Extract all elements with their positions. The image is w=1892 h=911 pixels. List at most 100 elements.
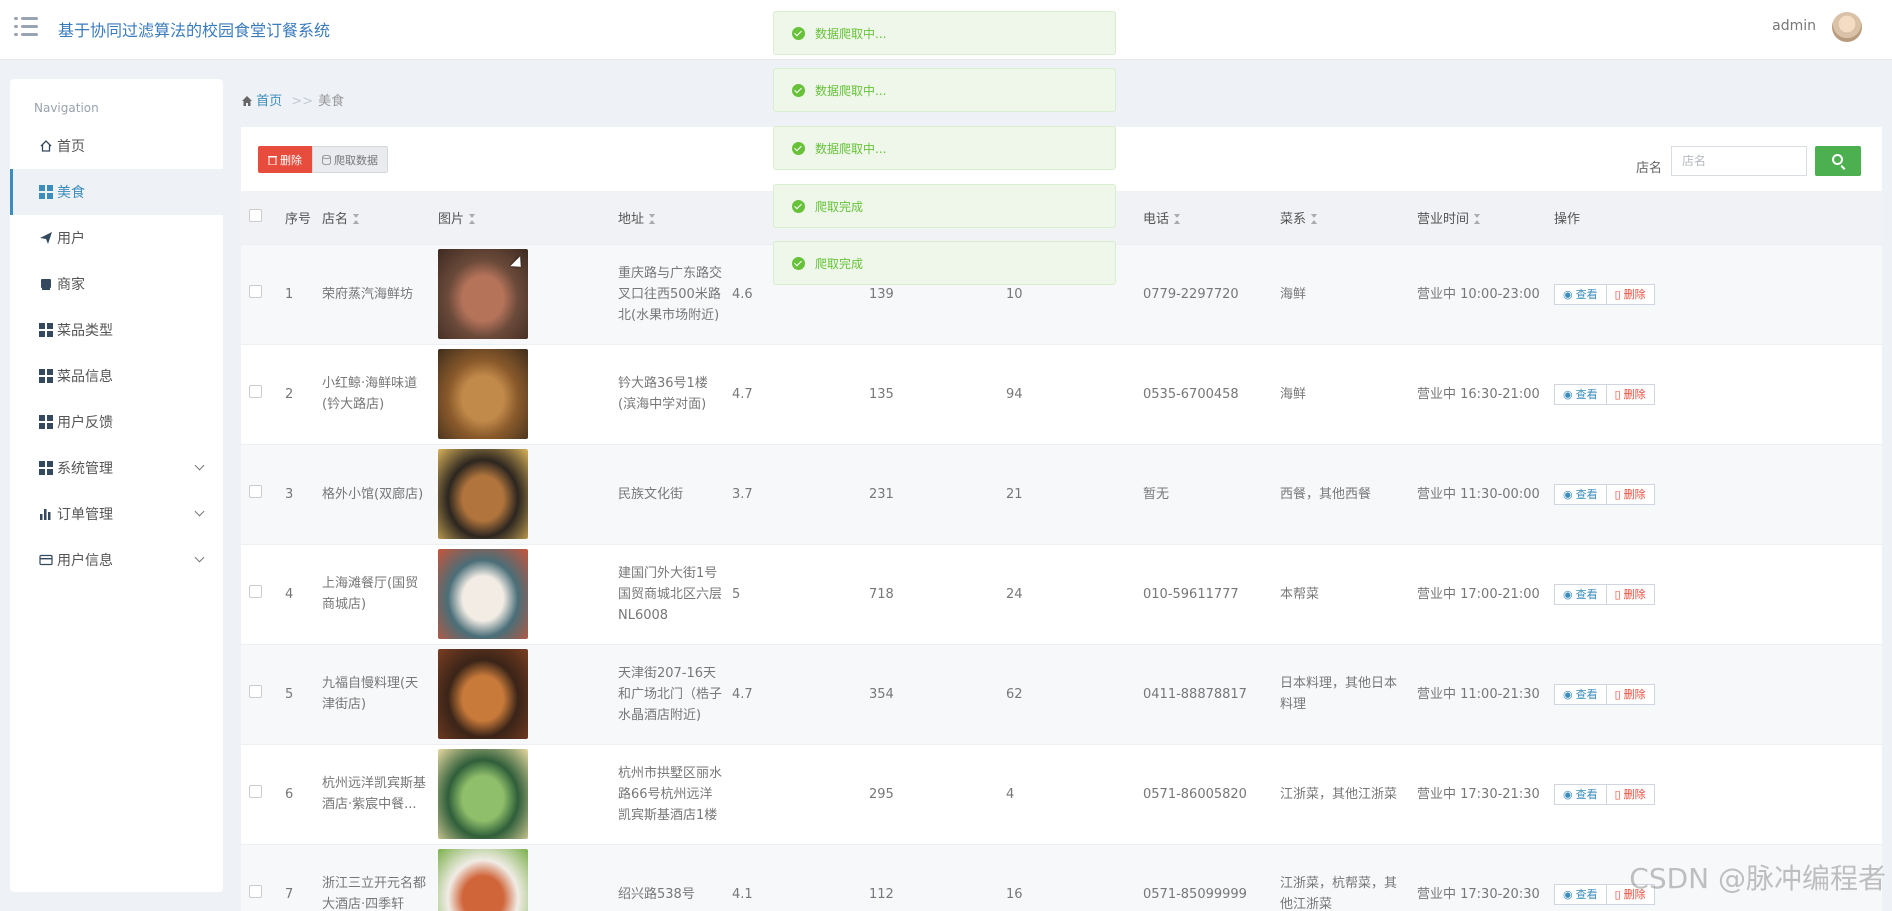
sort-icon[interactable] xyxy=(1474,213,1481,224)
row-delete-button[interactable]: ▯ 删除 xyxy=(1605,383,1655,405)
row-checkbox[interactable] xyxy=(249,284,262,298)
col-image[interactable]: 图片 xyxy=(430,191,610,244)
bar-chart-icon xyxy=(39,507,53,521)
breadcrumb-home[interactable]: 首页 xyxy=(242,94,286,109)
sidebar-item-3[interactable]: 商家 xyxy=(10,261,223,307)
cell-image xyxy=(430,843,610,911)
sidebar-item-label: 菜品类型 xyxy=(57,323,113,339)
col-address[interactable]: 地址 xyxy=(610,191,724,244)
grid-icon xyxy=(39,323,53,337)
sidebar-item-8[interactable]: 订单管理 xyxy=(10,491,223,537)
shop-name-search-input[interactable] xyxy=(1671,146,1807,176)
cell-cuisine: 西餐，其他西餐 xyxy=(1272,443,1409,544)
cell-hours: 营业中 11:00-21:30 xyxy=(1409,643,1546,744)
row-delete-button[interactable]: ▯ 删除 xyxy=(1605,483,1655,505)
sort-icon[interactable] xyxy=(353,213,360,224)
food-image[interactable] xyxy=(438,649,528,739)
col-phone[interactable]: 电话 xyxy=(1135,191,1272,244)
cell-actions: ◉ 查看 ▯ 删除 xyxy=(1546,443,1882,544)
row-checkbox[interactable] xyxy=(249,684,262,698)
toast-text: 爬取完成 xyxy=(815,256,864,271)
table-row: 4 上海滩餐厅(国贸商城店) 建国门外大街1号国贸商城北区六层NL6008 5 718 2… xyxy=(241,543,1882,644)
cell-name: 上海滩餐厅(国贸商城店) xyxy=(314,543,430,644)
sidebar-item-label: 用户反馈 xyxy=(57,415,113,431)
cell-address: 钤大路36号1楼(滨海中学对面) xyxy=(610,343,724,444)
select-all-checkbox[interactable] xyxy=(249,208,262,222)
row-delete-button[interactable]: ▯ 删除 xyxy=(1605,283,1655,305)
toast-text: 数据爬取中... xyxy=(815,141,887,156)
sort-icon[interactable] xyxy=(1311,213,1318,224)
sidebar-item-1[interactable]: 美食 xyxy=(10,169,223,215)
view-button[interactable]: ◉ 查看 xyxy=(1554,483,1607,505)
row-checkbox[interactable] xyxy=(249,784,262,798)
cell-hours: 营业中 11:30-00:00 xyxy=(1409,443,1546,544)
col-no: 序号 xyxy=(277,191,314,244)
table-row: 2 小红鲸·海鲜味道(钤大路店) 钤大路36号1楼(滨海中学对面) 4.7 135 94 0… xyxy=(241,343,1882,444)
grid-icon xyxy=(39,185,53,199)
view-button[interactable]: ◉ 查看 xyxy=(1554,783,1607,805)
eye-icon: ◉ xyxy=(1563,787,1573,801)
sidebar-item-label: 用户 xyxy=(57,231,85,247)
trash-icon: ▯ xyxy=(1614,387,1621,401)
cell-address: 天津街207-16天和广场北门（梏子水晶酒店附近) xyxy=(610,643,724,744)
col-name[interactable]: 店名 xyxy=(314,191,430,244)
sort-icon[interactable] xyxy=(469,213,476,224)
sidebar-item-7[interactable]: 系统管理 xyxy=(10,445,223,491)
avatar[interactable] xyxy=(1832,12,1862,42)
user-name[interactable]: admin xyxy=(1772,18,1816,34)
col-cuisine[interactable]: 菜系 xyxy=(1272,191,1409,244)
cell-actions: ◉ 查看 ▯ 删除 xyxy=(1546,343,1882,444)
sidebar-item-2[interactable]: 用户 xyxy=(10,215,223,261)
watermark: CSDN @脉冲编程者 xyxy=(1629,862,1886,895)
breadcrumb-separator: >> xyxy=(291,94,314,109)
view-button[interactable]: ◉ 查看 xyxy=(1554,383,1607,405)
sidebar-item-4[interactable]: 菜品类型 xyxy=(10,307,223,353)
cell-name: 格外小馆(双廊店) xyxy=(314,443,430,544)
food-image[interactable] xyxy=(438,749,528,839)
row-checkbox[interactable] xyxy=(249,384,262,398)
sidebar-item-5[interactable]: 菜品信息 xyxy=(10,353,223,399)
toast-message: 数据爬取中... xyxy=(773,11,1116,55)
food-image[interactable] xyxy=(438,549,528,639)
database-icon xyxy=(322,154,331,165)
sort-icon[interactable] xyxy=(649,213,656,224)
food-image[interactable] xyxy=(438,849,528,911)
row-select-cell xyxy=(241,443,277,544)
view-button[interactable]: ◉ 查看 xyxy=(1554,883,1607,905)
row-checkbox[interactable] xyxy=(249,884,262,898)
sidebar-item-label: 美食 xyxy=(57,185,85,201)
breadcrumb-current: 美食 xyxy=(318,94,345,109)
cell-count-a: 718 xyxy=(861,543,998,644)
search-button[interactable] xyxy=(1815,146,1861,176)
view-button[interactable]: ◉ 查看 xyxy=(1554,683,1607,705)
delete-button[interactable]: 删除 xyxy=(258,146,312,173)
food-table: 序号 店名 图片 地址 电话 菜系 营业时间 操作 1 荣府蒸汽海鲜坊 重庆路与广东… xyxy=(241,191,1882,911)
row-checkbox[interactable] xyxy=(249,584,262,598)
row-delete-button[interactable]: ▯ 删除 xyxy=(1605,783,1655,805)
search-label: 店名 xyxy=(1636,161,1663,176)
row-delete-button[interactable]: ▯ 删除 xyxy=(1605,583,1655,605)
sidebar-item-0[interactable]: 首页 xyxy=(10,123,223,169)
cell-image xyxy=(430,743,610,844)
sidebar-item-9[interactable]: 用户信息 xyxy=(10,537,223,583)
trash-icon xyxy=(268,155,277,165)
view-button[interactable]: ◉ 查看 xyxy=(1554,283,1607,305)
sort-icon[interactable] xyxy=(1174,213,1181,224)
chevron-down-icon xyxy=(194,552,205,563)
sidebar-item-6[interactable]: 用户反馈 xyxy=(10,399,223,445)
row-checkbox[interactable] xyxy=(249,484,262,498)
row-delete-button[interactable]: ▯ 删除 xyxy=(1605,683,1655,705)
sidebar-item-label: 首页 xyxy=(57,139,85,155)
food-image[interactable] xyxy=(438,449,528,539)
col-hours[interactable]: 营业时间 xyxy=(1409,191,1546,244)
cell-count-a: 231 xyxy=(861,443,998,544)
cell-score: 4.7 xyxy=(724,643,861,744)
check-circle-icon xyxy=(792,256,805,270)
menu-toggle-icon[interactable] xyxy=(14,16,38,38)
view-button[interactable]: ◉ 查看 xyxy=(1554,583,1607,605)
row-select-cell xyxy=(241,243,277,344)
food-image[interactable] xyxy=(438,349,528,439)
toast-text: 数据爬取中... xyxy=(815,83,887,98)
table-row: 3 格外小馆(双廊店) 民族文化街 3.7 231 21 暂无 西餐，其他西餐 营业中 11:3… xyxy=(241,443,1882,544)
crawl-data-button[interactable]: 爬取数据 xyxy=(312,146,388,173)
